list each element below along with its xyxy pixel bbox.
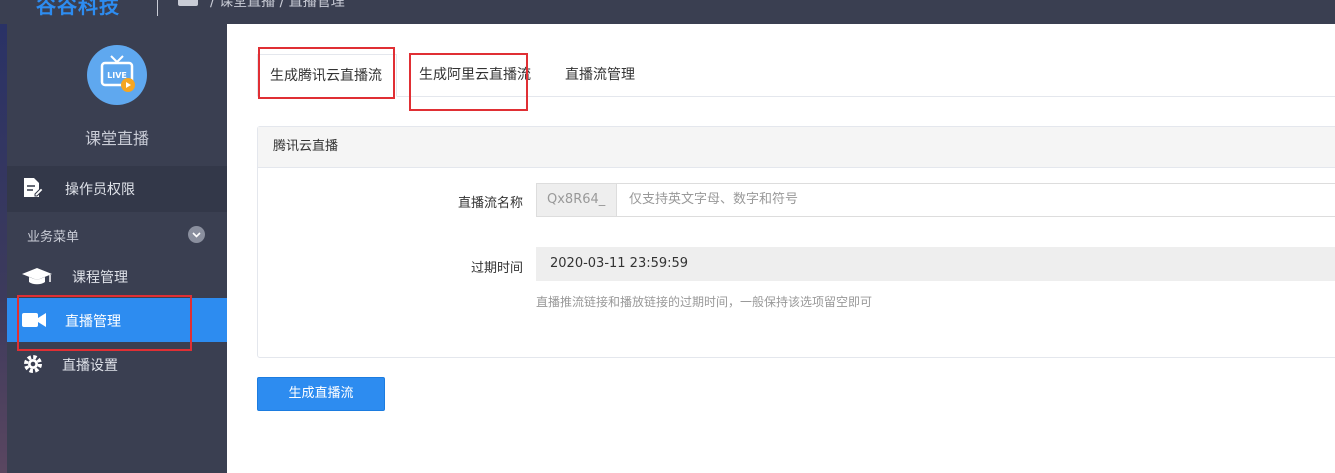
stream-prefix: Qx8R64_ [536, 183, 616, 217]
header-divider [157, 0, 158, 16]
annotation-highlight [258, 47, 395, 99]
sidebar-item-label: 直播设置 [62, 358, 118, 374]
sidebar-item-label: 课程管理 [72, 270, 128, 286]
app-title: 课堂直播 [84, 129, 149, 148]
stream-name-label: 直播流名称 [457, 196, 523, 211]
chevron-down-icon[interactable] [188, 226, 205, 243]
sidebar: LIVE 课堂直播 操作员权限 业务菜单 课程管理 直播管理 直播设置 [7, 24, 227, 473]
tab-stream-management[interactable]: 直播流管理 [553, 54, 647, 96]
group-label: 业务菜单 [27, 230, 80, 245]
sidebar-item-operator-permissions[interactable]: 操作员权限 [7, 166, 227, 212]
annotation-highlight [17, 295, 192, 351]
page-icon [178, 0, 198, 6]
top-header: 谷谷科技 / 课堂直播 / 直播管理 [0, 0, 1335, 24]
panel-title: 腾讯云直播 [258, 127, 1335, 168]
gear-icon [21, 353, 45, 375]
expire-help-text: 直播推流链接和播放链接的过期时间，一般保持该选项留空即可 [536, 295, 873, 309]
live-tv-icon: LIVE [87, 45, 147, 105]
sidebar-item-course-management[interactable]: 课程管理 [7, 254, 227, 298]
graduation-cap-icon [21, 265, 53, 287]
stream-name-input[interactable]: 仅支持英文字母、数字和符号 [616, 183, 1335, 217]
desktop-strip [0, 24, 7, 473]
tencent-live-panel: 腾讯云直播 直播流名称 Qx8R64_ 仅支持英文字母、数字和符号 过期时间 2… [257, 126, 1335, 358]
generate-stream-button[interactable]: 生成直播流 [257, 377, 385, 411]
document-edit-icon [21, 177, 45, 199]
expire-time-field[interactable]: 2020-03-11 23:59:59 [536, 247, 1335, 281]
sidebar-item-label: 操作员权限 [65, 182, 135, 198]
breadcrumb: / 课堂直播 / 直播管理 [210, 0, 345, 10]
avatar-text: LIVE [107, 71, 127, 80]
annotation-highlight [409, 53, 528, 111]
menu-group-business[interactable]: 业务菜单 [7, 214, 227, 254]
sidebar-item-row[interactable]: 操作员权限 [7, 166, 227, 210]
brand-logo[interactable]: 谷谷科技 [36, 0, 120, 19]
expire-time-label: 过期时间 [470, 261, 523, 276]
